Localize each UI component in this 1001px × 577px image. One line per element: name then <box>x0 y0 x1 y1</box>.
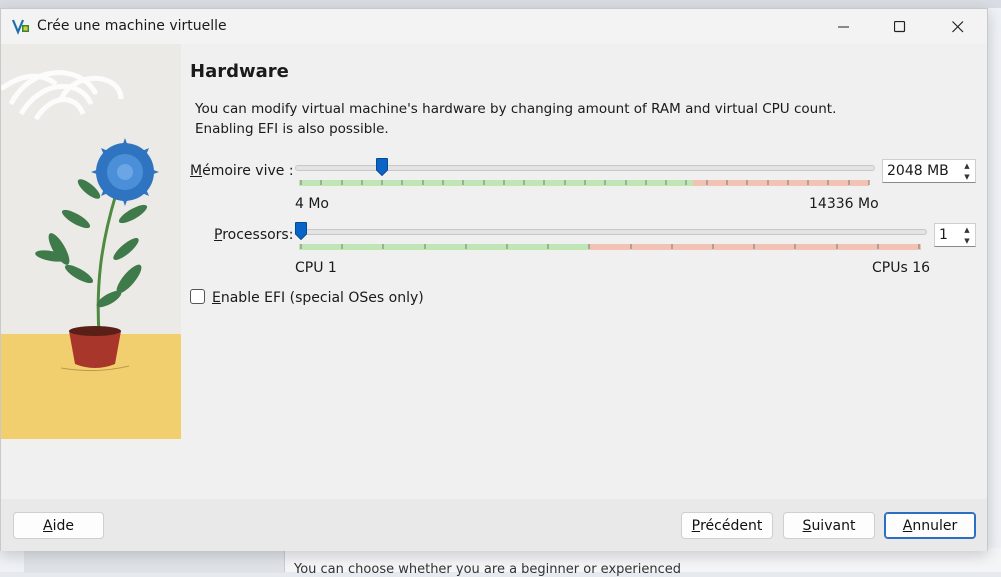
efi-label-text: nable EFI (special OSes only) <box>220 290 424 306</box>
processors-min-label: CPU 1 <box>295 260 337 276</box>
processors-ticks <box>300 244 920 249</box>
next-button[interactable]: Suivant <box>783 512 875 539</box>
enable-efi-label[interactable]: Enable EFI (special OSes only) <box>212 290 424 306</box>
enable-efi-checkbox[interactable] <box>190 289 205 304</box>
cancel-key: A <box>902 517 913 534</box>
memory-slider-thumb[interactable] <box>376 158 388 176</box>
memory-label-text: émoire vive : <box>202 163 294 179</box>
background-panel <box>24 548 284 573</box>
memory-max-label: 14336 Mo <box>809 196 879 212</box>
page-description: You can modify virtual machine's hardwar… <box>195 101 837 137</box>
window-title: Crée une machine virtuelle <box>37 18 227 34</box>
memory-label-key: M <box>190 163 203 179</box>
back-button[interactable]: Précédent <box>681 512 773 539</box>
memory-value[interactable]: 2048 MB <box>883 163 959 179</box>
plant-illustration <box>1 44 181 439</box>
help-button[interactable]: Aide <box>13 512 104 539</box>
title-bar[interactable]: Crée une machine virtuelle <box>1 9 987 44</box>
memory-ticks <box>300 180 870 185</box>
background-toolbar <box>0 0 1001 8</box>
memory-spinbox[interactable]: 2048 MB ▲ ▼ <box>882 159 976 183</box>
spin-up-icon[interactable]: ▲ <box>959 160 975 171</box>
wizard-content: Hardware You can modify virtual machine'… <box>1 44 987 499</box>
minimize-icon <box>838 26 849 27</box>
spin-down-icon[interactable]: ▼ <box>959 171 975 182</box>
cancel-button[interactable]: Annuler <box>884 512 976 539</box>
memory-min-label: 4 Mo <box>295 196 330 212</box>
maximize-button[interactable] <box>871 9 929 44</box>
cancel-text: nnuler <box>912 517 958 534</box>
processors-slider-thumb[interactable] <box>295 222 307 240</box>
help-text: ide <box>52 517 74 534</box>
maximize-icon <box>894 20 906 32</box>
background-text: You can choose whether you are a beginne… <box>294 562 681 577</box>
create-vm-dialog: Crée une machine virtuelle Hardware You … <box>0 8 988 551</box>
minimize-button[interactable] <box>815 9 873 44</box>
next-key: S <box>802 517 812 534</box>
processors-slider-track[interactable] <box>295 229 927 235</box>
memory-spin-arrows[interactable]: ▲ ▼ <box>959 160 975 182</box>
processors-spin-arrows[interactable]: ▲ ▼ <box>959 224 975 246</box>
processors-label-key: P <box>214 227 223 243</box>
processors-label-text: rocessors: <box>222 227 294 243</box>
help-key: A <box>43 517 53 534</box>
page-heading: Hardware <box>190 61 289 82</box>
spin-down-icon[interactable]: ▼ <box>959 235 975 246</box>
spin-up-icon[interactable]: ▲ <box>959 224 975 235</box>
processors-value[interactable]: 1 <box>935 227 959 243</box>
next-text: uivant <box>811 517 856 534</box>
memory-label: Mémoire vive : <box>190 163 294 179</box>
button-bar: Aide Précédent Suivant Annuler <box>1 499 987 551</box>
efi-label-key: E <box>212 290 221 306</box>
close-button[interactable] <box>929 9 987 44</box>
virtualbox-logo-icon <box>11 19 29 35</box>
processors-spinbox[interactable]: 1 ▲ ▼ <box>934 223 976 247</box>
close-icon <box>952 20 964 32</box>
processors-label: Processors: <box>214 227 293 243</box>
back-key: P <box>691 517 701 534</box>
back-text: récédent <box>700 517 763 534</box>
processors-max-label: CPUs 16 <box>872 260 931 276</box>
